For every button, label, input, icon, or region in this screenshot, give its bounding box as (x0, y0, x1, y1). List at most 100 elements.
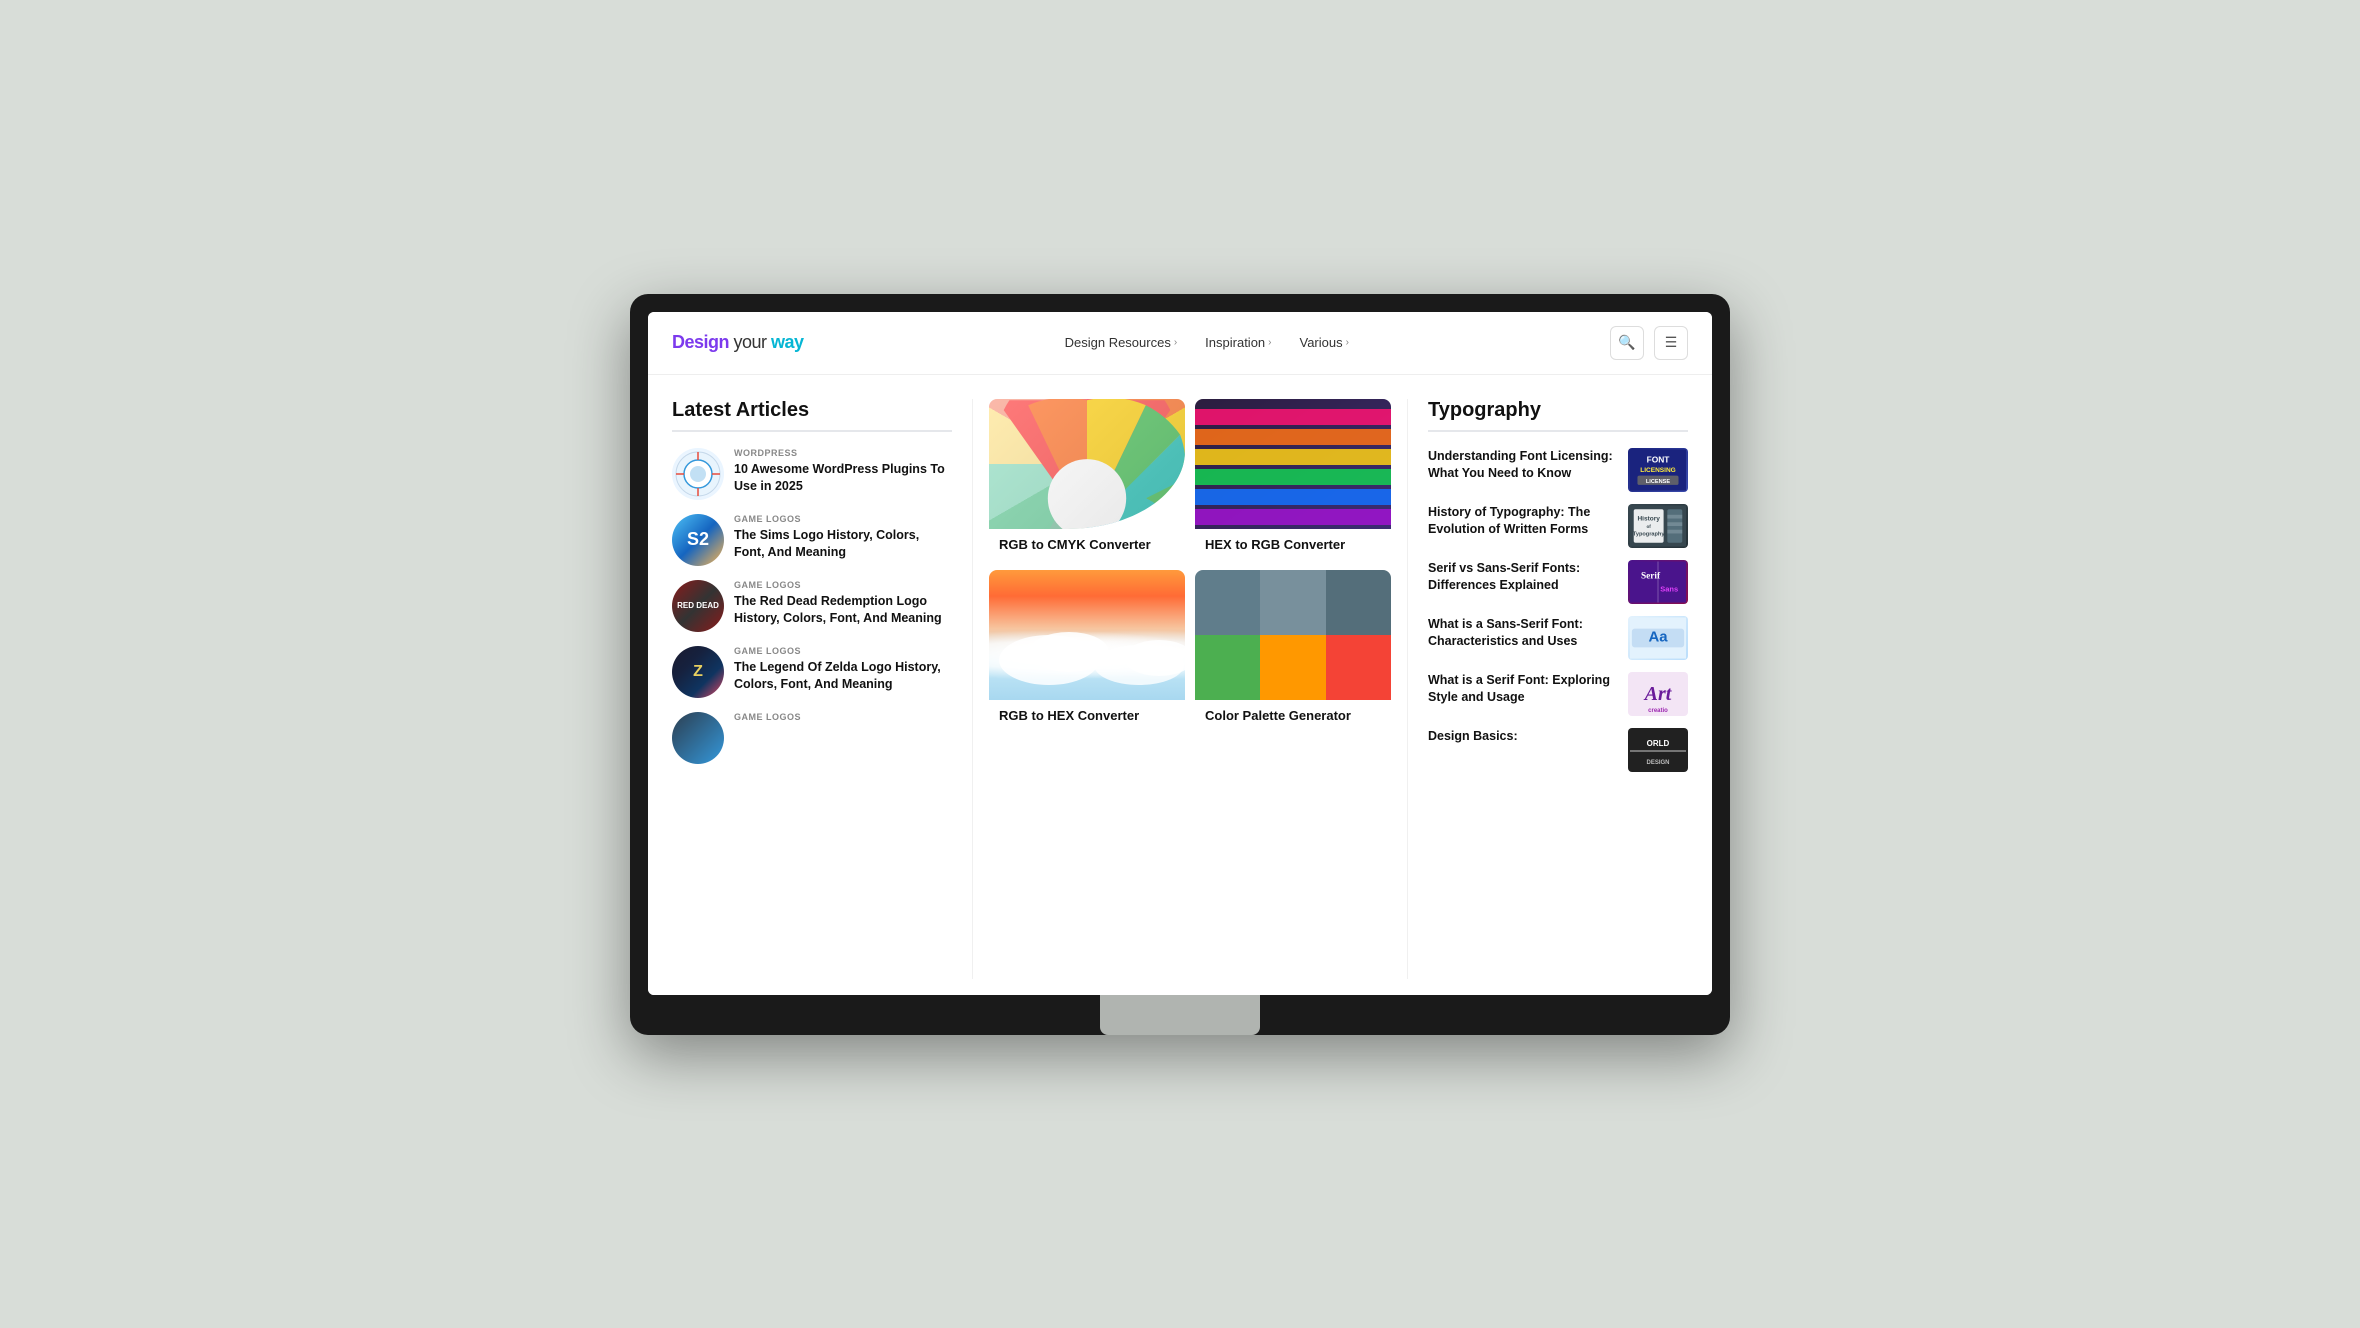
chevron-icon: › (1268, 337, 1271, 348)
monitor-screen: Design your way Design Resources › Inspi… (648, 312, 1712, 995)
article-title: 10 Awesome WordPress Plugins To Use in 2… (734, 461, 952, 496)
article-meta: GAME LOGOS The Legend Of Zelda Logo Hist… (734, 646, 952, 694)
list-item[interactable]: Z GAME LOGOS The Legend Of Zelda Logo Hi… (672, 646, 952, 698)
article-category: WORDPRESS (734, 448, 952, 458)
menu-button[interactable]: ☰ (1654, 326, 1688, 360)
tool-card-palette[interactable]: Color Palette Generator (1195, 570, 1391, 731)
typo-item-title: What is a Serif Font: Exploring Style an… (1428, 672, 1618, 707)
typo-thumbnail: ORLD DESIGN (1628, 728, 1688, 772)
typo-thumbnail: Serif Sans (1628, 560, 1688, 604)
tool-card-rgb-cmyk[interactable]: RGB to CMYK Converter (989, 399, 1185, 560)
list-item[interactable]: RED DEAD GAME LOGOS The Red Dead Redempt… (672, 580, 952, 632)
monitor: Design your way Design Resources › Inspi… (630, 294, 1730, 1035)
svg-text:of: of (1646, 523, 1651, 528)
list-item[interactable]: Understanding Font Licensing: What You N… (1428, 448, 1688, 492)
typo-item-title: What is a Sans-Serif Font: Characteristi… (1428, 616, 1618, 651)
typo-thumbnail: FONT LICENSING LICENSE (1628, 448, 1688, 492)
tools-grid: RGB to CMYK Converter (989, 399, 1391, 731)
list-item[interactable]: GAME LOGOS (672, 712, 952, 764)
logo-design: Design (672, 332, 729, 352)
tool-label: HEX to RGB Converter (1195, 529, 1391, 560)
nav-design-resources[interactable]: Design Resources › (1065, 335, 1178, 350)
list-item[interactable]: Serif vs Sans-Serif Fonts: Differences E… (1428, 560, 1688, 604)
article-category: GAME LOGOS (734, 514, 952, 524)
tool-image (1195, 570, 1391, 700)
tool-card-rgb-hex[interactable]: RGB to HEX Converter (989, 570, 1185, 731)
article-meta: GAME LOGOS (734, 712, 952, 725)
svg-text:FONT: FONT (1647, 454, 1671, 464)
svg-text:Aa: Aa (1648, 628, 1668, 645)
palette-swatch (1260, 635, 1325, 700)
typo-meta: What is a Serif Font: Exploring Style an… (1428, 672, 1618, 707)
logo-way: way (771, 332, 804, 352)
list-item[interactable]: History of Typography: The Evolution of … (1428, 504, 1688, 548)
typo-thumbnail: History of Typography (1628, 504, 1688, 548)
monitor-stand (1100, 995, 1260, 1035)
article-meta: GAME LOGOS The Red Dead Redemption Logo … (734, 580, 952, 628)
tool-label: RGB to HEX Converter (989, 700, 1185, 731)
article-thumbnail (672, 712, 724, 764)
typo-item-title: History of Typography: The Evolution of … (1428, 504, 1618, 539)
article-category: GAME LOGOS (734, 580, 952, 590)
nav-links: Design Resources › Inspiration › Various… (1065, 335, 1349, 350)
article-thumbnail: S2 (672, 514, 724, 566)
nav-various[interactable]: Various › (1300, 335, 1349, 350)
palette-swatch (1260, 570, 1325, 635)
typo-meta: What is a Sans-Serif Font: Characteristi… (1428, 616, 1618, 651)
latest-articles-title: Latest Articles (672, 399, 952, 432)
list-item[interactable]: S2 GAME LOGOS The Sims Logo History, Col… (672, 514, 952, 566)
site-logo[interactable]: Design your way (672, 332, 804, 353)
article-thumbnail (672, 448, 724, 500)
palette-swatch (1195, 635, 1260, 700)
logo-your: your (729, 332, 771, 352)
svg-text:DESIGN: DESIGN (1646, 760, 1669, 766)
list-item[interactable]: What is a Sans-Serif Font: Characteristi… (1428, 616, 1688, 660)
tool-image (1195, 399, 1391, 529)
palette-swatch (1195, 570, 1260, 635)
typo-meta: Serif vs Sans-Serif Fonts: Differences E… (1428, 560, 1618, 595)
typography-section: Typography Understanding Font Licensing:… (1408, 399, 1688, 979)
article-title: The Red Dead Redemption Logo History, Co… (734, 593, 952, 628)
latest-articles-section: Latest Articles (672, 399, 972, 979)
svg-text:LICENSE: LICENSE (1646, 479, 1671, 485)
article-title: The Legend Of Zelda Logo History, Colors… (734, 659, 952, 694)
article-list: WORDPRESS 10 Awesome WordPress Plugins T… (672, 448, 952, 764)
list-item[interactable]: WORDPRESS 10 Awesome WordPress Plugins T… (672, 448, 952, 500)
svg-text:LICENSING: LICENSING (1640, 466, 1675, 473)
tool-image (989, 570, 1185, 700)
palette-swatch (1326, 635, 1391, 700)
chevron-icon: › (1346, 337, 1349, 348)
svg-text:ORLD: ORLD (1647, 739, 1670, 748)
tools-section: RGB to CMYK Converter (972, 399, 1408, 979)
svg-text:Art: Art (1643, 683, 1673, 705)
typo-meta: Design Basics: (1428, 728, 1618, 746)
typo-thumbnail: Aa (1628, 616, 1688, 660)
tool-label: Color Palette Generator (1195, 700, 1391, 731)
typo-item-title: Design Basics: (1428, 728, 1618, 746)
navbar: Design your way Design Resources › Inspi… (648, 312, 1712, 375)
article-category: GAME LOGOS (734, 646, 952, 656)
article-meta: WORDPRESS 10 Awesome WordPress Plugins T… (734, 448, 952, 496)
typo-item-title: Serif vs Sans-Serif Fonts: Differences E… (1428, 560, 1618, 595)
tool-label: RGB to CMYK Converter (989, 529, 1185, 560)
article-title: The Sims Logo History, Colors, Font, And… (734, 527, 952, 562)
article-thumbnail: RED DEAD (672, 580, 724, 632)
svg-text:Sans: Sans (1660, 584, 1678, 593)
chevron-icon: › (1174, 337, 1177, 348)
tool-card-hex-rgb[interactable]: HEX to RGB Converter (1195, 399, 1391, 560)
typo-thumbnail: Art creatio (1628, 672, 1688, 716)
typo-item-title: Understanding Font Licensing: What You N… (1428, 448, 1618, 483)
nav-inspiration[interactable]: Inspiration › (1205, 335, 1271, 350)
article-meta: GAME LOGOS The Sims Logo History, Colors… (734, 514, 952, 562)
list-item[interactable]: What is a Serif Font: Exploring Style an… (1428, 672, 1688, 716)
svg-text:History: History (1637, 515, 1660, 522)
typography-list: Understanding Font Licensing: What You N… (1428, 448, 1688, 772)
list-item[interactable]: Design Basics: ORLD DESIGN (1428, 728, 1688, 772)
search-button[interactable]: 🔍 (1610, 326, 1644, 360)
svg-text:Typography: Typography (1633, 531, 1665, 537)
palette-swatch (1326, 570, 1391, 635)
nav-actions: 🔍 ☰ (1610, 326, 1688, 360)
typo-meta: History of Typography: The Evolution of … (1428, 504, 1618, 539)
tool-image (989, 399, 1185, 529)
typo-meta: Understanding Font Licensing: What You N… (1428, 448, 1618, 483)
